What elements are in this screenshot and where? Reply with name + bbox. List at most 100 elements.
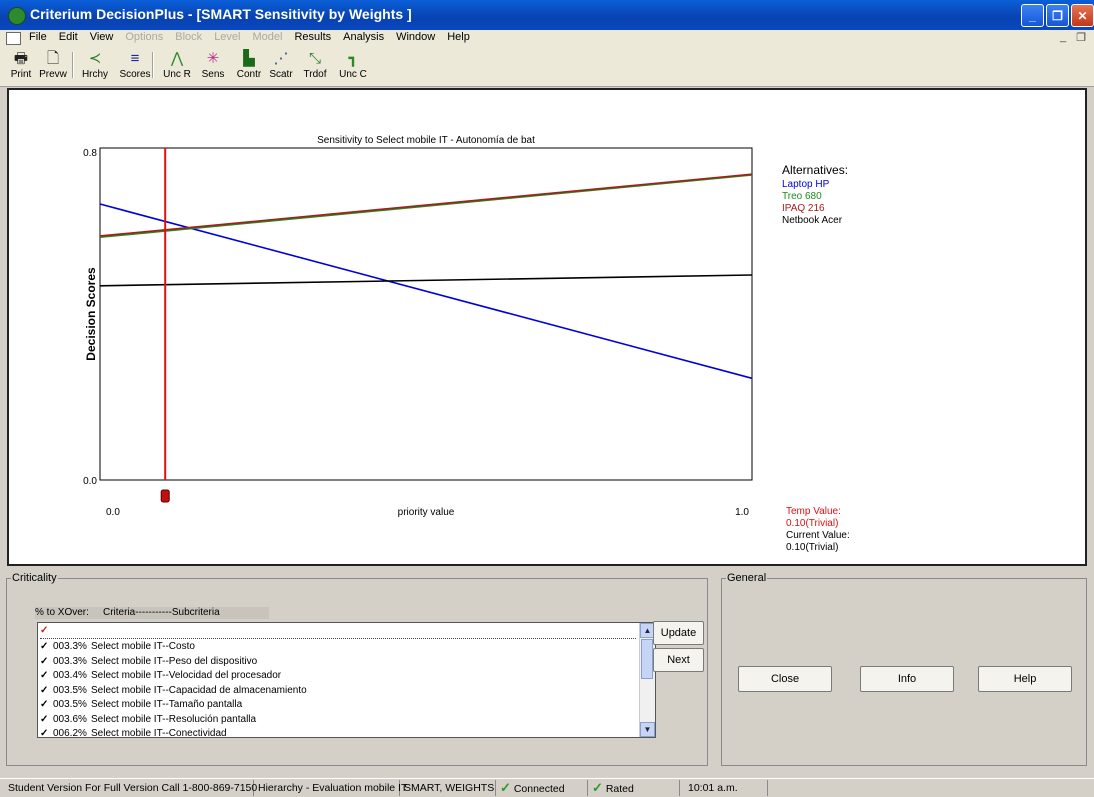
chart-title: Sensitivity to Select mobile IT - Autono… bbox=[317, 135, 535, 146]
priority-slider-handle[interactable] bbox=[160, 489, 170, 503]
status-bar: Student Version For Full Version Call 1-… bbox=[0, 778, 1094, 797]
status-mode: SMART, WEIGHTS bbox=[400, 780, 496, 796]
toolbar-label: Trdof bbox=[303, 69, 327, 80]
scroll-thumb[interactable] bbox=[641, 639, 653, 679]
close-window-button[interactable]: ✕ bbox=[1071, 4, 1094, 27]
criteria-name: Select mobile IT--Costo bbox=[91, 641, 195, 652]
check-icon: ✓ bbox=[40, 670, 49, 681]
criticality-header: % to XOver: Criteria-----------Subcriter… bbox=[35, 607, 269, 619]
list-item[interactable]: ✓ 003.6% Select mobile IT--Resolución pant… bbox=[40, 713, 636, 727]
list-item-selected[interactable]: ✓ bbox=[40, 624, 636, 639]
toolbar-label: Hrchy bbox=[81, 69, 109, 80]
criteria-name: Select mobile IT--Tamaño pantalla bbox=[91, 699, 243, 710]
criteria-name: Select mobile IT--Capacidad de almacenam… bbox=[91, 684, 307, 696]
criticality-list[interactable]: ✓ ✓ 003.3% Select mobile IT--Costo ✓ 003.3% S… bbox=[37, 622, 656, 738]
check-icon: ✓ bbox=[40, 713, 49, 725]
scores-toolbar-button[interactable]: ≡ Scores bbox=[118, 49, 152, 80]
title-bar: Criterium DecisionPlus - [SMART Sensitiv… bbox=[0, 0, 1094, 30]
list-item[interactable]: ✓ 003.5% Select mobile IT--Tamaño pantalla bbox=[40, 698, 636, 712]
menu-block: Block bbox=[175, 31, 203, 43]
legend-entry: Treo 680 bbox=[782, 191, 822, 202]
menu-window[interactable]: Window bbox=[395, 31, 436, 43]
legend-entry: IPAQ 216 bbox=[782, 203, 825, 214]
app-icon[interactable] bbox=[8, 7, 26, 25]
criticality-percent: 003.3% bbox=[53, 655, 87, 667]
unc-r-toolbar-button[interactable]: ⋀ Unc R bbox=[160, 49, 194, 80]
criticality-percent: 003.5% bbox=[53, 684, 87, 696]
help-button[interactable]: Help bbox=[978, 666, 1072, 692]
connected-label: Connected bbox=[513, 783, 565, 795]
trdof-toolbar-button[interactable]: ⤡ Trdof bbox=[298, 49, 332, 80]
list-item[interactable]: ✓ 003.4% Select mobile IT--Velocidad del p… bbox=[40, 669, 636, 683]
scatter-icon: ⋰ bbox=[273, 50, 289, 67]
toolbar-label: Scores bbox=[119, 69, 151, 80]
menu-help[interactable]: Help bbox=[446, 31, 471, 43]
update-button[interactable]: Update bbox=[653, 621, 704, 645]
toolbar-separator bbox=[152, 52, 154, 78]
x-tick-label: 1.0 bbox=[735, 507, 749, 518]
uncertainty-c-icon: ┓ bbox=[348, 50, 358, 67]
sensitivity-chart-window: Sensitivity to Select mobile IT - Autono… bbox=[7, 88, 1087, 566]
menu-options: Options bbox=[125, 31, 164, 43]
window-title: Criterium DecisionPlus - [SMART Sensitiv… bbox=[30, 6, 412, 22]
temp-value: 0.10(Trivial) bbox=[786, 518, 838, 529]
print-toolbar-button[interactable]: 🖶 Print bbox=[4, 49, 38, 80]
menu-bar: File Edit View Options Block Level Model Result… bbox=[0, 30, 1094, 46]
menu-results[interactable]: Results bbox=[293, 31, 332, 43]
legend-entry: Laptop HP bbox=[782, 179, 830, 190]
next-button[interactable]: Next bbox=[653, 648, 704, 672]
minimize-button[interactable]: _ bbox=[1021, 4, 1044, 27]
general-group: General Close Info Help bbox=[721, 572, 1087, 766]
menu-model: Model bbox=[252, 31, 283, 43]
current-label: Current Value: bbox=[786, 530, 850, 541]
list-item[interactable]: ✓ 006.2% Select mobile IT--Conectividad bbox=[40, 727, 636, 738]
document-icon[interactable] bbox=[6, 32, 21, 45]
check-icon: ✓ bbox=[40, 728, 49, 738]
list-item[interactable]: ✓ 003.3% Select mobile IT--Peso del dispos… bbox=[40, 655, 636, 669]
toolbar: 🖶 Print 🗋 Prevw ≺ Hrchy ≡ Scores ⋀ Unc R ✳ Sens ▙ Con… bbox=[0, 46, 1094, 87]
criticality-group: Criticality % to XOver: Criteria--------… bbox=[6, 572, 708, 766]
prevw-toolbar-button[interactable]: 🗋 Prevw bbox=[36, 49, 70, 80]
temp-label: Temp Value: bbox=[786, 506, 841, 517]
toolbar-label: Unc R bbox=[163, 69, 191, 80]
menu-analysis[interactable]: Analysis bbox=[342, 31, 385, 43]
sensitivity-icon: ✳ bbox=[206, 50, 220, 67]
criteria-name: Select mobile IT--Resolución pantalla bbox=[91, 713, 257, 725]
y-tick-label: 0.8 bbox=[83, 148, 97, 159]
contr-toolbar-button[interactable]: ▙ Contr bbox=[232, 49, 266, 80]
sensitivity-chart: Sensitivity to Select mobile IT - Autono… bbox=[83, 135, 850, 553]
red-check-icon: ✓ bbox=[40, 625, 49, 636]
legend-title: Alternatives: bbox=[782, 163, 848, 177]
mdi-restore-button[interactable]: ❐ bbox=[1076, 31, 1086, 44]
info-button[interactable]: Info bbox=[860, 666, 954, 692]
menu-level: Level bbox=[214, 31, 241, 43]
connected-check-icon: ✓ bbox=[500, 780, 511, 795]
restore-button[interactable]: ❐ bbox=[1046, 4, 1069, 27]
check-icon: ✓ bbox=[40, 655, 49, 667]
x-axis-label: priority value bbox=[398, 507, 455, 518]
mdi-minimize-button[interactable]: _ bbox=[1060, 31, 1066, 44]
criticality-percent: 003.4% bbox=[53, 670, 87, 681]
legend-entry: Netbook Acer bbox=[782, 215, 843, 226]
status-hierarchy: Hierarchy - Evaluation mobile IT bbox=[254, 780, 407, 796]
menu-edit[interactable]: Edit bbox=[58, 31, 79, 43]
unc-c-toolbar-button[interactable]: ┓ Unc C bbox=[336, 49, 370, 80]
preview-icon: 🗋 bbox=[46, 50, 60, 67]
sens-toolbar-button[interactable]: ✳ Sens bbox=[196, 49, 230, 80]
criticality-percent: 003.5% bbox=[53, 699, 87, 710]
hrchy-toolbar-button[interactable]: ≺ Hrchy bbox=[78, 49, 112, 80]
menu-file[interactable]: File bbox=[28, 31, 48, 43]
menu-view[interactable]: View bbox=[89, 31, 115, 43]
list-item[interactable]: ✓ 003.5% Select mobile IT--Capacidad de al… bbox=[40, 684, 636, 698]
close-button[interactable]: Close bbox=[738, 666, 832, 692]
scatr-toolbar-button[interactable]: ⋰ Scatr bbox=[264, 49, 298, 80]
status-connected: ✓ Connected bbox=[496, 780, 588, 796]
bottom-panel: Criticality % to XOver: Criteria--------… bbox=[0, 566, 1094, 778]
y-tick-label: 0.0 bbox=[83, 476, 97, 487]
criticality-title: Criticality bbox=[12, 572, 57, 584]
list-item[interactable]: ✓ 003.3% Select mobile IT--Costo bbox=[40, 640, 636, 654]
status-version: Student Version For Full Version Call 1-… bbox=[4, 780, 257, 796]
uncertainty-icon: ⋀ bbox=[170, 50, 184, 67]
toolbar-label: Prevw bbox=[39, 69, 67, 80]
scroll-down-arrow-icon[interactable]: ▼ bbox=[640, 722, 655, 737]
